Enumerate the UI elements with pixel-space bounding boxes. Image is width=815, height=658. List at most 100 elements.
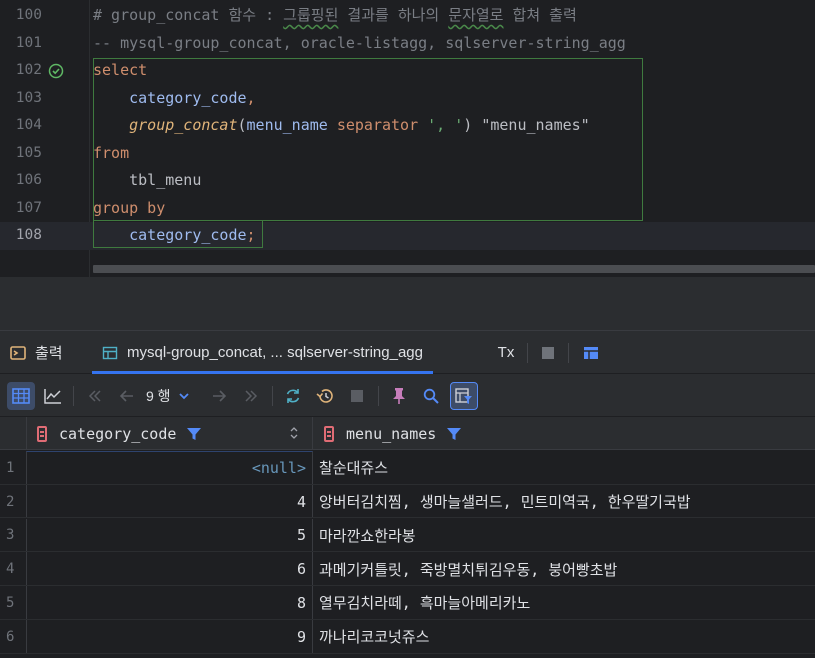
table-row[interactable]: 1 <null> 찰순대쥬스 [0,451,815,485]
tx-button[interactable]: Tx [492,331,520,374]
code-line[interactable]: 104 group_concat(menu_name separator ', … [0,112,815,140]
chart-view-button[interactable] [39,382,67,410]
code-line[interactable]: 105 from [0,140,815,168]
line-number: 108 [15,227,42,243]
tab-output[interactable]: 출력 [10,331,63,374]
cell-menu-names[interactable]: 까나리코코넛쥬스 [313,620,815,654]
next-page-button[interactable] [205,382,233,410]
table-row[interactable]: 3 5 마라깐쇼한라봉 [0,518,815,553]
tab-result[interactable]: mysql-group_concat, ... sqlserver-string… [92,331,433,374]
code-token: ) "menu_names" [463,116,590,134]
grid-icon [12,388,30,404]
last-page-icon [245,390,258,402]
code-editor[interactable]: 100 # group_concat 함수 : 그룹핑된 결과를 하나의 문자열로… [0,0,815,277]
sort-icon[interactable] [290,426,298,440]
row-count-selector[interactable]: 9 행 [146,382,189,410]
row-number: 2 [6,493,15,510]
line-number: 101 [15,34,42,51]
results-toolbar: 9 행 [0,374,815,417]
cell-menu-names[interactable]: 열무김치라떼, 흑마늘아메리카노 [313,586,815,620]
cell-value: <null> [251,459,306,478]
cell-category-code[interactable]: <null> [26,451,313,485]
cell-value: 과메기커틀릿, 죽방멸치튀김우동, 붕어빵초밥 [319,560,618,579]
editor-horizontal-scrollbar[interactable] [93,265,815,273]
executed-check-icon[interactable] [48,63,64,79]
code-token: 함수 : [228,6,284,24]
code-token: category_code [93,226,247,244]
code-token: ; [246,226,256,244]
pin-tab-button[interactable] [385,382,413,410]
row-number: 6 [6,628,15,645]
cell-menu-names[interactable]: 찰순대쥬스 [313,451,815,485]
prev-page-button[interactable] [113,382,141,410]
table-row[interactable]: 5 8 열무김치라떼, 흑마늘아메리카노 [0,586,815,620]
line-number: 104 [15,117,42,133]
table-row[interactable]: 4 6 과메기커틀릿, 죽방멸치튀김우동, 붕어빵초밥 [0,552,815,586]
table-row[interactable]: 2 4 앙버터김치찜, 생마늘샐러드, 민트미역국, 한우딸기국밥 [0,484,815,519]
column-icon [37,425,47,442]
cell-value: 4 [296,492,306,511]
search-icon [423,388,439,404]
line-number: 106 [15,172,42,188]
line-number: 100 [15,7,42,23]
results-grid[interactable]: category_code menu_names 1 <null> 찰순대쥬스 2 4 앙… [0,417,815,658]
column-name: menu_names [346,424,437,443]
code-token: group by [93,198,166,217]
filter-view-button[interactable] [450,382,478,410]
line-number: 105 [15,144,42,161]
stop-icon [351,390,363,402]
chart-icon [44,389,61,404]
code-text: group_concat(menu_name separator ', ') "… [93,112,590,140]
filter-icon[interactable] [187,427,202,441]
cell-category-code[interactable]: 4 [26,484,313,519]
code-token: ( [237,116,247,134]
cell-menu-names[interactable]: 과메기커틀릿, 죽방멸치튀김우동, 붕어빵초밥 [313,552,815,586]
code-token: # group_concat [93,6,229,24]
code-text: select [93,57,147,85]
search-button[interactable] [417,382,445,410]
last-page-button[interactable] [237,382,265,410]
filter-icon[interactable] [447,427,462,441]
code-token: , [246,88,256,107]
table-row[interactable]: 6 9 까나리코코넛쥬스 [0,620,815,654]
code-line[interactable]: 100 # group_concat 함수 : 그룹핑된 결과를 하나의 문자열로… [0,2,815,30]
code-line[interactable]: 107 group by [0,195,815,223]
cell-category-code[interactable]: 9 [26,620,313,654]
refresh-button[interactable] [279,382,307,410]
cell-menu-names[interactable]: 마라깐쇼한라봉 [313,519,815,553]
cell-category-code[interactable]: 8 [26,586,313,620]
code-text: -- mysql-group_concat, oracle-listagg, s… [93,30,626,58]
code-line[interactable]: 108 category_code; [0,222,815,250]
tab-result-label: mysql-group_concat, ... sqlserver-string… [127,344,423,361]
column-header-category-code[interactable]: category_code [26,417,313,450]
layout-icon [584,346,598,359]
pin-icon [393,388,405,404]
separator [568,343,569,363]
column-header-menu-names[interactable]: menu_names [313,417,815,450]
cancel-query-button[interactable] [343,382,371,410]
stop-button[interactable] [535,331,561,374]
table-view-button[interactable] [7,382,35,410]
code-line[interactable]: 101 -- mysql-group_concat, oracle-listagg… [0,30,815,58]
cell-category-code[interactable]: 5 [26,518,313,553]
cell-category-code[interactable]: 6 [26,552,313,586]
row-number: 3 [6,527,15,544]
chevron-down-icon [178,393,189,400]
code-line[interactable]: 103 category_code, [0,85,815,113]
code-line[interactable]: 102 select [0,57,815,85]
cell-menu-names[interactable]: 앙버터김치찜, 생마늘샐러드, 민트미역국, 한우딸기국밥 [313,485,815,519]
code-line[interactable]: 106 tbl_menu [0,167,815,195]
history-icon [316,389,333,403]
history-button[interactable] [311,382,339,410]
cell-value: 찰순대쥬스 [319,459,389,478]
cell-value: 6 [296,560,306,579]
code-token: tbl_menu [93,171,202,189]
code-token: select [93,61,148,79]
line-number: 102 [15,62,42,78]
first-page-button[interactable] [81,382,109,410]
panel-divider [0,277,815,330]
output-icon [10,345,26,361]
layout-button[interactable] [578,331,604,374]
filter-table-icon [455,388,472,404]
column-icon [324,425,334,442]
